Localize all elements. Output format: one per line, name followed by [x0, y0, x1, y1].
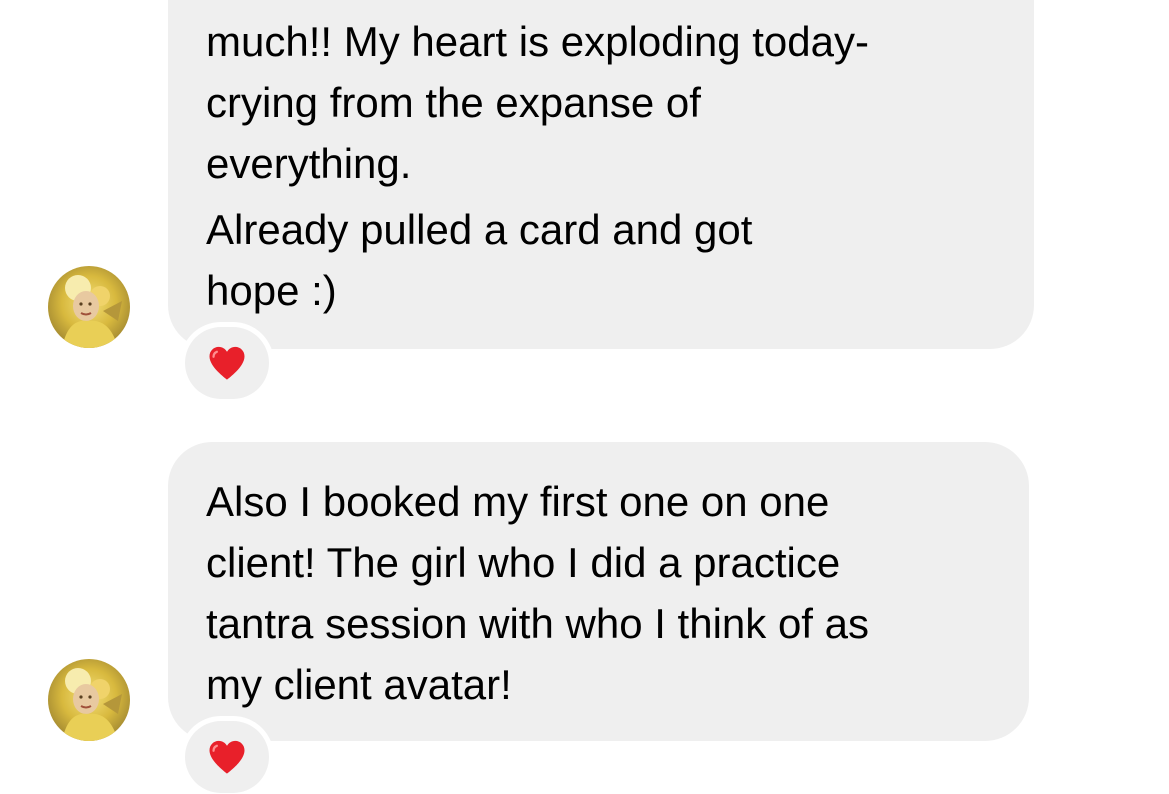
message-text-line: Already pulled a card and got [206, 206, 753, 253]
sender-avatar[interactable] [48, 266, 130, 348]
message-bubble[interactable]: much!! My heart is exploding today- cryi… [168, 0, 1034, 349]
message-paragraph: much!! My heart is exploding today- cryi… [206, 11, 996, 194]
message-text-line: crying from the expanse of [206, 79, 701, 126]
message-text-line: hope :) [206, 267, 337, 314]
red-heart-icon [209, 346, 245, 380]
message-text-line: much!! My heart is exploding today- [206, 18, 869, 65]
message-paragraph: Also I booked my first one on one client… [206, 471, 991, 715]
message-text-line: tantra session with who I think of as [206, 600, 869, 647]
message-text-line: client! The girl who I did a practice [206, 539, 841, 586]
reaction-badge[interactable] [185, 721, 269, 793]
message-text-line: everything. [206, 140, 412, 187]
sender-avatar[interactable] [48, 659, 130, 741]
message-bubble[interactable]: Also I booked my first one on one client… [168, 442, 1029, 741]
reaction-badge[interactable] [185, 327, 269, 399]
message-paragraph: Already pulled a card and got hope :) [206, 199, 996, 321]
message-text-line: my client avatar! [206, 661, 512, 708]
message-text-line: Also I booked my first one on one [206, 478, 830, 525]
red-heart-icon [209, 740, 245, 774]
message-thread: much!! My heart is exploding today- cryi… [0, 0, 1169, 794]
